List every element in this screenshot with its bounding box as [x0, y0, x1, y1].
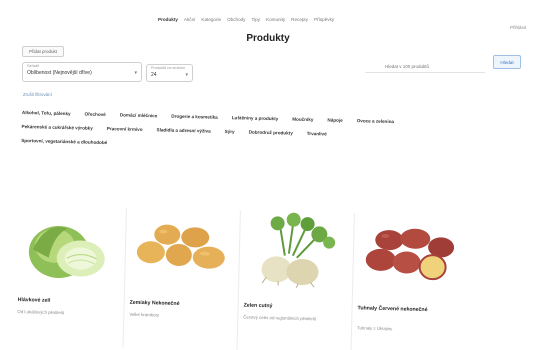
category-link[interactable]: Dobrodruž produkty [249, 130, 293, 136]
chevron-down-icon: ▾ [185, 72, 188, 78]
nav-item-prispevky[interactable]: Příspěvky [314, 17, 334, 22]
category-row: Sportovní, vegetariánské a dlouhodobé [21, 138, 491, 154]
cabbage-image [28, 226, 105, 279]
product-name[interactable]: Tuhnaly Červené nekonečné [357, 305, 461, 314]
category-link[interactable]: Ovoce a zelenina [357, 118, 394, 124]
product-description: Čerstvý celer od regionálních pěstitelů [243, 314, 317, 322]
potatoes-image [136, 224, 225, 269]
sort-label: Seřadit [27, 64, 40, 68]
nav-item-komunity[interactable]: Komunity [266, 17, 285, 22]
nav-item-tipy[interactable]: Tipy [251, 17, 260, 22]
chevron-down-icon: ▾ [134, 70, 137, 76]
celery-image [261, 212, 336, 289]
category-link[interactable]: Sportovní, vegetariánské a dlouhodobé [21, 138, 107, 145]
red-potatoes-image [365, 228, 455, 281]
category-link[interactable]: Trvanlivé [307, 131, 327, 136]
product-name[interactable]: Zelen cutný [244, 303, 348, 312]
page: Produkty Akční Kategorie Obchody Tipy Ko… [0, 0, 536, 350]
nav-item-kategorie[interactable]: Kategorie [201, 17, 221, 22]
category-link[interactable]: Pekárenské a cukrářské výrobky [22, 124, 93, 131]
sort-value: Oblíbenost (Nejnovější dříve) [27, 70, 92, 76]
product-description: Tuhnaly z Ukrajiny [357, 325, 393, 332]
nav-item-obchody[interactable]: Obchody [227, 17, 245, 22]
category-link[interactable]: Pracovní krmivo [107, 126, 143, 132]
product-card[interactable]: Hlávkové zelí Od Lukášových pěstitelů [15, 205, 126, 348]
login-link[interactable]: Přihlásit [510, 25, 526, 30]
product-grid: Hlávkové zelí Od Lukášových pěstitelů Ze… [14, 205, 517, 350]
top-navigation: Produkty Akční Kategorie Obchody Tipy Ko… [158, 17, 334, 22]
category-link[interactable]: Domácí mléčnice [120, 112, 158, 118]
search-button[interactable]: Hledat [493, 55, 521, 69]
category-link[interactable]: Nápoje [327, 117, 342, 122]
category-list: Alkohol, Tofu, pálenky Ořechové Domácí m… [21, 110, 492, 163]
nav-item-recepty[interactable]: Recepty [291, 17, 308, 22]
nav-item-produkty[interactable]: Produkty [158, 17, 178, 22]
product-description: Od Lukášových pěstitelů [17, 309, 65, 316]
category-link[interactable]: Luštěniny a produkty [232, 115, 279, 121]
product-card[interactable]: Tuhnaly Červené nekonečné Tuhnaly z Ukra… [354, 213, 465, 350]
sort-select[interactable]: Seřadit Oblíbenost (Nejnovější dříve) ▾ [22, 62, 142, 82]
category-row: Pekárenské a cukrářské výrobky Pracovní … [22, 124, 492, 140]
category-link[interactable]: Sladidla a adresní výživa [157, 127, 211, 133]
search-box [365, 55, 485, 73]
per-page-label: Produktů na stránku [151, 66, 185, 70]
category-link[interactable]: Alkohol, Tofu, pálenky [22, 110, 71, 116]
category-link[interactable]: Ořechové [85, 112, 106, 118]
reset-filter-link[interactable]: Zrušit filtrování [23, 92, 52, 97]
product-name[interactable]: Hlávkové zelí [18, 297, 122, 306]
product-description: Velké brambory [129, 311, 160, 318]
page-title: Produkty [246, 33, 290, 44]
per-page-select[interactable]: Produktů na stránku 24 ▾ [146, 64, 193, 82]
nav-item-akcni[interactable]: Akční [184, 17, 196, 22]
per-page-value: 24 [151, 72, 157, 78]
category-row: Alkohol, Tofu, pálenky Ořechové Domácí m… [22, 110, 492, 126]
add-product-button[interactable]: Přidat produkt [22, 46, 65, 57]
product-name[interactable]: Zemiaky Nekonečné [130, 300, 234, 309]
product-card[interactable]: Zelen cutný Čerstvý celer od regionálníc… [241, 211, 352, 350]
product-card[interactable]: Zemiaky Nekonečné Velké brambory [127, 208, 238, 350]
category-link[interactable]: Sýry [225, 129, 235, 134]
category-link[interactable]: Drogerie a kosmetika [171, 114, 218, 120]
category-link[interactable]: Moučníky [292, 117, 313, 123]
search-input[interactable] [365, 61, 485, 73]
